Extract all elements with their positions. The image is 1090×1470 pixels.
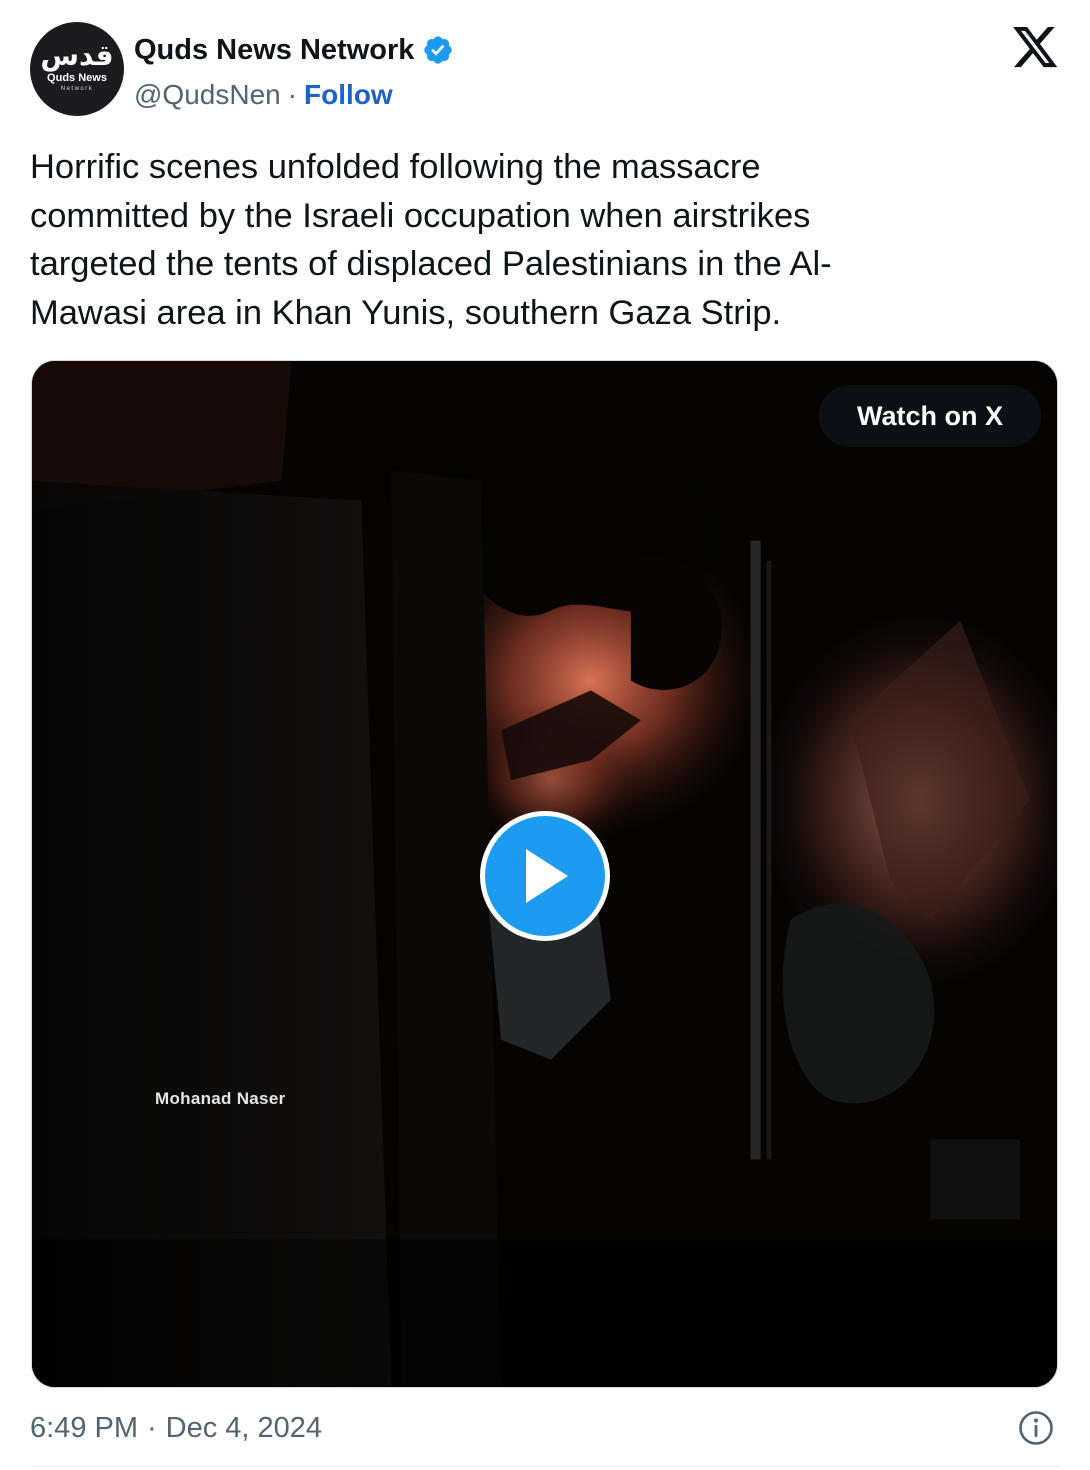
tweet-card: قدس Quds News Network Quds News Network … xyxy=(0,0,1090,1470)
info-icon[interactable] xyxy=(1018,1410,1054,1446)
play-button[interactable] xyxy=(480,811,610,941)
author-name[interactable]: Quds News Network xyxy=(134,30,414,70)
follow-button[interactable]: Follow xyxy=(304,75,393,115)
avatar-logo-subtext: Network xyxy=(60,85,94,92)
x-logo-icon[interactable] xyxy=(1013,27,1059,69)
tweet-text: Horrific scenes unfolded following the m… xyxy=(30,148,832,332)
handle-row: @QudsNen · Follow xyxy=(134,75,393,115)
play-icon xyxy=(526,849,568,903)
author-avatar[interactable]: قدس Quds News Network xyxy=(30,22,124,116)
avatar-logo-glyph: قدس xyxy=(40,38,114,72)
video-watermark: Mohanad Naser xyxy=(155,1089,286,1108)
author-name-row: Quds News Network xyxy=(134,30,454,70)
card-divider xyxy=(30,1466,1060,1467)
avatar-logo-text: Quds News xyxy=(47,71,107,84)
timestamp-separator: · xyxy=(147,1411,157,1444)
verified-badge-icon xyxy=(424,36,453,64)
tweet-timestamp[interactable]: 6:49 PM · Dec 4, 2024 xyxy=(30,1407,322,1449)
handle-separator: · xyxy=(287,79,298,110)
tweet-date: Dec 4, 2024 xyxy=(165,1411,323,1444)
video-player[interactable]: Mohanad Naser Watch on X xyxy=(31,360,1058,1388)
author-handle[interactable]: @QudsNen xyxy=(134,75,281,115)
watch-on-x-button[interactable]: Watch on X xyxy=(819,385,1041,447)
tweet-time: 6:49 PM xyxy=(30,1411,138,1444)
